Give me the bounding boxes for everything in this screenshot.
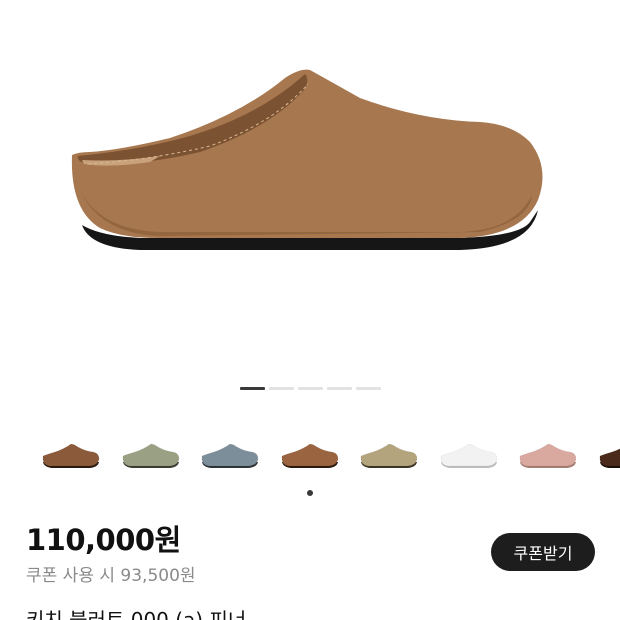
pager-indicator-5[interactable]: [356, 387, 381, 390]
color-thumbnail-olive-suede[interactable]: [120, 438, 180, 472]
coupon-price: 쿠폰 사용 시 93,500원: [26, 566, 196, 586]
clog-thumbnail-icon: [360, 443, 418, 468]
color-thumbnail-white-leather[interactable]: [438, 438, 498, 472]
clog-thumbnail-icon: [599, 448, 620, 468]
clog-thumbnail-icon: [519, 443, 577, 468]
product-price: 110,000원: [26, 523, 181, 557]
image-pager[interactable]: [240, 387, 381, 390]
product-name: 키치 블러트 000 (a) 피너: [26, 608, 247, 620]
get-coupon-button[interactable]: 쿠폰받기: [491, 533, 595, 571]
pager-indicator-1[interactable]: [240, 387, 265, 390]
clog-thumbnail-icon: [42, 443, 100, 468]
pager-indicator-2[interactable]: [269, 387, 294, 390]
pager-indicator-4[interactable]: [327, 387, 352, 390]
color-thumbnail-cognac-suede[interactable]: [279, 438, 339, 472]
color-thumbnail-list[interactable]: [0, 438, 620, 474]
color-thumbnail-sand-suede[interactable]: [358, 438, 418, 472]
clog-shoe-image: [71, 69, 543, 250]
pager-indicator-3[interactable]: [298, 387, 323, 390]
product-main-image[interactable]: [0, 0, 620, 400]
clog-thumbnail-icon: [281, 443, 338, 468]
color-thumbnail-brown-suede[interactable]: [40, 438, 100, 472]
color-thumbnail-blue-gray-suede[interactable]: [199, 438, 259, 472]
color-thumbnail-pink-suede[interactable]: [517, 438, 577, 472]
clog-thumbnail-icon: [201, 443, 259, 468]
clog-thumbnail-icon: [122, 443, 179, 468]
color-thumbnail-dark-brown-suede[interactable]: [597, 438, 620, 472]
clog-thumbnail-icon: [440, 443, 497, 468]
thumbnail-pager-dot[interactable]: [307, 490, 313, 496]
